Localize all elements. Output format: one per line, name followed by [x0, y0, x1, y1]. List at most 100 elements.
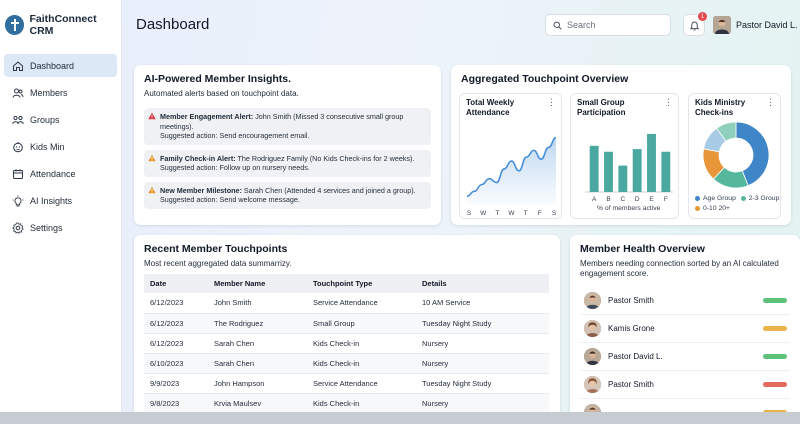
sidebar-item-label: Groups	[30, 114, 60, 125]
more-icon[interactable]: ⋮	[664, 98, 673, 107]
notification-badge: 1	[698, 12, 707, 21]
cell-member: Sarah Chen	[208, 353, 307, 374]
donut-legend: Age Group 2-3 Group 0-10 20+	[695, 194, 779, 214]
panel-title: Small Group Participation	[577, 98, 626, 117]
alert-item[interactable]: New Member Milestone: Sarah Chen (Attend…	[144, 181, 431, 209]
alert-action: Suggested action: Follow up on nursery n…	[160, 163, 310, 172]
column-header[interactable]: Date	[144, 274, 208, 293]
cell-details: Nursery	[416, 333, 549, 354]
gear-icon	[12, 221, 24, 234]
column-header[interactable]: Member Name	[208, 274, 307, 293]
sidebar-nav: Dashboard Members Groups Kids Min Attend…	[0, 54, 121, 239]
touchpoints-table: Date Member Name Touchpoint Type Details…	[144, 274, 549, 414]
x-tick-label: A	[592, 196, 597, 203]
sidebar-item-label: Members	[30, 87, 68, 98]
column-header[interactable]: Details	[416, 274, 549, 293]
member-name: Pastor Smith	[608, 296, 654, 305]
cell-member: John Hampson	[208, 373, 307, 394]
small-group-panel[interactable]: Small Group Participation ⋮ A B C D E F % of m…	[570, 93, 679, 219]
brand-name: FaithConnect CRM	[29, 13, 97, 37]
member-health-card: Member Health Overview Members needing c…	[570, 235, 800, 424]
area-fill	[467, 137, 556, 204]
kids-checkins-panel[interactable]: Kids Ministry Check-ins ⋮ Age Group 2-3 G…	[688, 93, 781, 219]
cell-date: 9/8/2023	[144, 393, 208, 414]
member-avatar	[584, 348, 601, 365]
legend-item: Age Group	[695, 195, 736, 202]
table-row[interactable]: 9/9/2023 John Hampson Service Attendance Tu…	[144, 373, 549, 394]
more-icon[interactable]: ⋮	[766, 98, 775, 107]
overview-title: Aggregated Touchpoint Overview	[461, 73, 629, 85]
member-name: Pastor Smith	[608, 380, 654, 389]
brand[interactable]: FaithConnect CRM	[0, 0, 121, 50]
cell-details: Tuesday Night Study	[416, 313, 549, 334]
window-bottom-bar	[0, 412, 800, 424]
search-input[interactable]	[567, 20, 662, 30]
cell-date: 6/12/2023	[144, 293, 208, 314]
user-avatar	[713, 16, 731, 34]
x-tick-label: D	[635, 196, 640, 203]
cell-details: Nursery	[416, 393, 549, 414]
kids-donut-chart	[702, 121, 770, 189]
health-member-row[interactable]: Pastor Smith	[580, 287, 790, 315]
table-row[interactable]: 6/12/2023 The Rodriguez Small Group Tuesday…	[144, 313, 549, 334]
home-icon	[13, 60, 23, 71]
table-row[interactable]: 6/12/2023 John Smith Service Attendance 10 …	[144, 293, 549, 314]
top-header: Dashboard 1 Pastor David L.	[122, 0, 800, 50]
notifications-button[interactable]: 1	[683, 12, 707, 36]
bar	[647, 133, 656, 192]
recent-touchpoints-card: Recent Member Touchpoints Most recent ag…	[134, 235, 560, 424]
x-tick-label: T	[495, 210, 499, 216]
x-tick-label: F	[664, 196, 668, 203]
cell-type: Service Attendance	[307, 293, 416, 314]
column-header[interactable]: Touchpoint Type	[307, 274, 416, 293]
sidebar-item-attendance[interactable]: Attendance	[4, 162, 117, 185]
alert-heading: Family Check-in Alert:	[160, 153, 236, 163]
cell-member: Krvia Maulsev	[208, 393, 307, 414]
engagement-status-pill	[763, 354, 787, 359]
sidebar-item-dashboard[interactable]: Dashboard	[4, 54, 117, 77]
x-tick-label: E	[649, 196, 654, 203]
participation-chart: A B C D E F	[585, 133, 673, 203]
member-avatar	[584, 320, 601, 337]
page-title: Dashboard	[136, 16, 210, 33]
insights-subtitle: Automated alerts based on touchpoint dat…	[144, 89, 299, 98]
alert-item[interactable]: Member Engagement Alert: John Smith (Mis…	[144, 108, 431, 145]
x-tick-label: T	[524, 210, 528, 216]
sidebar-item-ai-insights[interactable]: AI Insights	[4, 189, 117, 212]
alert-item[interactable]: Family Check-in Alert: The Rodriguez Fam…	[144, 149, 431, 177]
sidebar-item-settings[interactable]: Settings	[4, 216, 117, 239]
x-tick-label: C	[620, 196, 625, 203]
attendance-chart: SWTWTFS	[467, 136, 557, 216]
x-tick-label: S	[467, 210, 472, 216]
cell-member: John Smith	[208, 293, 307, 314]
cell-date: 9/9/2023	[144, 373, 208, 394]
weekly-attendance-panel[interactable]: Total Weekly Attendance ⋮ S W T W T F S	[459, 93, 562, 219]
bar	[589, 145, 599, 192]
more-icon[interactable]: ⋮	[547, 98, 556, 107]
sidebar-item-label: Dashboard	[30, 60, 75, 71]
health-member-row[interactable]: Kamis Grone	[580, 315, 790, 343]
lightbulb-icon	[12, 194, 24, 206]
alert-heading: Member Engagement Alert:	[160, 112, 254, 121]
cell-date: 6/12/2023	[144, 333, 208, 354]
table-row[interactable]: 9/8/2023 Krvia Maulsev Kids Check-in Nurser…	[144, 393, 549, 414]
alert-heading: New Member Milestone:	[160, 185, 242, 195]
health-subtitle: Members needing connection sorted by an …	[580, 259, 779, 278]
alert-text: Sarah Chen (Attended 4 services and join…	[241, 185, 416, 195]
sidebar-item-kids-min[interactable]: Kids Min	[4, 135, 117, 158]
ai-insights-card: AI-Powered Member Insights. Automated al…	[134, 65, 441, 225]
table-row[interactable]: 6/12/2023 Sarah Chen Kids Check-in Nursery	[144, 333, 549, 354]
sidebar-item-groups[interactable]: Groups	[4, 108, 117, 131]
user-menu[interactable]: Pastor David L.	[713, 14, 798, 36]
member-name: Kamis Grone	[608, 324, 655, 333]
search-icon	[553, 21, 562, 30]
recent-title: Recent Member Touchpoints	[144, 243, 288, 255]
health-member-row[interactable]: Pastor Smith	[580, 371, 790, 399]
panel-title: Total Weekly Attendance	[466, 98, 515, 117]
table-row[interactable]: 6/10/2023 Sarah Chen Kids Check-in Nursery	[144, 353, 549, 374]
sidebar-item-members[interactable]: Members	[4, 81, 117, 104]
legend-item: 2-3 Group	[740, 195, 779, 202]
search-box[interactable]	[545, 14, 671, 36]
bar	[604, 151, 613, 192]
health-member-row[interactable]: Pastor David L.	[580, 343, 790, 371]
